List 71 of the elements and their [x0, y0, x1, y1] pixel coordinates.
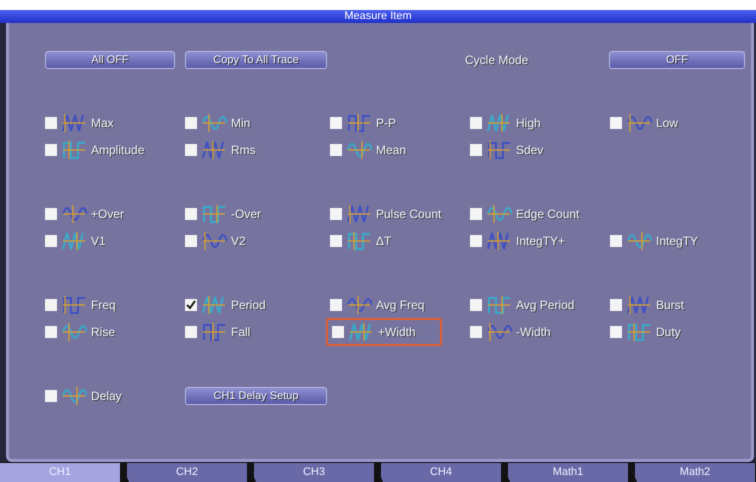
checkbox[interactable]: [470, 234, 482, 246]
channel-tab[interactable]: CH3: [248, 463, 374, 482]
checkbox[interactable]: [470, 208, 482, 220]
checkbox[interactable]: [470, 298, 482, 310]
measure-label: Avg Freq: [376, 298, 424, 312]
checkbox[interactable]: [610, 234, 622, 246]
checkbox[interactable]: [610, 298, 622, 310]
checkbox[interactable]: [610, 326, 622, 338]
checkbox[interactable]: [470, 326, 482, 338]
measure-label: ΔT: [376, 234, 392, 248]
checkbox[interactable]: [185, 234, 197, 246]
measure-label: +Width: [378, 325, 416, 339]
checkbox[interactable]: [185, 116, 197, 128]
measure-label: IntegTY: [656, 234, 698, 248]
measure-label: Amplitude: [91, 142, 144, 156]
checkbox[interactable]: [45, 234, 57, 246]
checkbox[interactable]: [185, 144, 197, 156]
measure-label: Fall: [231, 324, 250, 338]
channel-tab[interactable]: Math2: [629, 463, 755, 482]
checkbox[interactable]: [45, 208, 57, 220]
measure-label: V1: [91, 234, 106, 248]
action-button[interactable]: All OFF: [45, 51, 175, 69]
checkbox[interactable]: [45, 116, 57, 128]
measure-label: Sdev: [516, 142, 544, 156]
measure-label: Pulse Count: [376, 206, 442, 220]
channel-tab[interactable]: CH4: [375, 463, 501, 482]
check-icon: [186, 300, 196, 310]
measure-label: High: [516, 116, 541, 130]
checkbox[interactable]: [45, 144, 57, 156]
measure-label: Period: [231, 298, 266, 312]
measure-label: Avg Period: [516, 298, 574, 312]
measure-label: Duty: [656, 324, 681, 338]
measure-label: Freq: [91, 298, 116, 312]
measure-label: IntegTY+: [516, 234, 566, 248]
checkbox[interactable]: [45, 390, 57, 402]
measure-label: -Over: [231, 206, 261, 220]
checkbox[interactable]: [330, 116, 342, 128]
checkbox[interactable]: [470, 144, 482, 156]
measure-label: Edge Count: [516, 206, 580, 220]
measure-label: Rise: [91, 324, 116, 338]
window-title: Measure Item: [0, 10, 756, 23]
measure-label: Max: [91, 116, 114, 130]
checkbox[interactable]: [330, 234, 342, 246]
measure-label: Mean: [376, 142, 406, 156]
checkbox[interactable]: [45, 298, 57, 310]
cycle-mode-label: Cycle Mode: [465, 53, 530, 67]
measure-label: Rms: [231, 142, 256, 156]
measure-label: +Over: [91, 206, 124, 220]
measure-label: Min: [231, 116, 250, 130]
checkbox[interactable]: [185, 208, 197, 220]
measure-label: -Width: [516, 324, 551, 338]
measure-label: V2: [231, 234, 246, 248]
checkbox[interactable]: [45, 326, 57, 338]
delay-setup-button[interactable]: CH1 Delay Setup: [185, 386, 327, 404]
checkbox[interactable]: [470, 116, 482, 128]
checkbox[interactable]: [330, 208, 342, 220]
checkbox[interactable]: [332, 326, 344, 338]
checkbox[interactable]: [330, 298, 342, 310]
measure-label: Burst: [656, 298, 684, 312]
checkbox[interactable]: [185, 298, 197, 310]
measure-label: Low: [656, 116, 678, 130]
measure-label: P-P: [376, 116, 396, 130]
action-button[interactable]: Copy To All Trace: [185, 51, 327, 69]
channel-tab[interactable]: Math1: [502, 463, 628, 482]
channel-tab[interactable]: CH2: [121, 463, 247, 482]
waveform-icon: [348, 320, 374, 344]
checkbox[interactable]: [185, 326, 197, 338]
measure-label: Delay: [91, 388, 122, 402]
checkbox[interactable]: [610, 116, 622, 128]
cycle-mode-button[interactable]: OFF: [609, 51, 745, 69]
checkbox[interactable]: [330, 144, 342, 156]
